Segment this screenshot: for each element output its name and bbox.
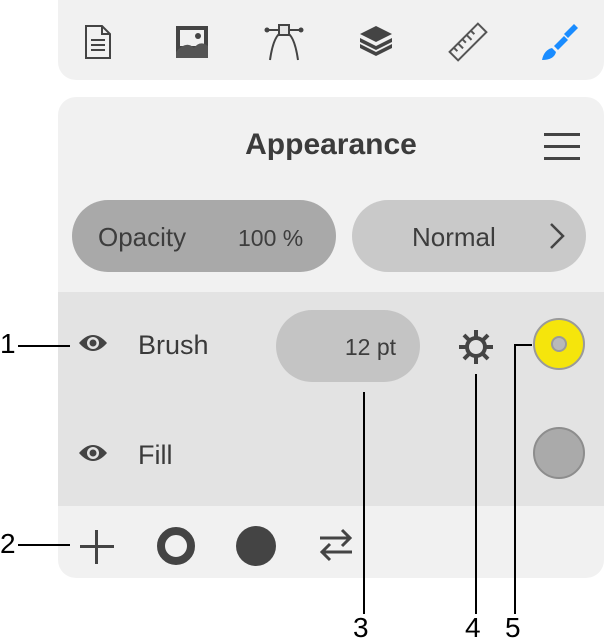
- brush-size-field[interactable]: 12 pt: [276, 310, 420, 382]
- panel-title: Appearance: [245, 128, 417, 161]
- filled-circle-icon[interactable]: [234, 524, 278, 573]
- brush-size-value: 12 pt: [344, 334, 396, 360]
- opacity-control[interactable]: Opacity 100 %: [72, 200, 336, 272]
- chevron-right-icon: [548, 222, 566, 255]
- brush-color-swatch[interactable]: [533, 318, 585, 370]
- ruler-icon[interactable]: [448, 22, 488, 62]
- fill-visibility-eye-icon[interactable]: [78, 442, 108, 469]
- swap-icon[interactable]: [316, 527, 356, 568]
- callout-1: 1: [0, 328, 16, 359]
- brush-color-inner: [551, 336, 567, 352]
- menu-icon[interactable]: [542, 130, 582, 164]
- fill-label: Fill: [138, 440, 173, 470]
- stroke-circle-icon[interactable]: [156, 526, 196, 571]
- settings-gear-icon[interactable]: [458, 329, 494, 370]
- bezier-path-icon[interactable]: [264, 22, 304, 62]
- callout-1-line: [18, 345, 70, 347]
- brush-label: Brush: [138, 330, 209, 360]
- callout-5-line-horizontal: [514, 344, 532, 346]
- callout-4-line: [475, 374, 477, 614]
- fill-color-swatch[interactable]: [533, 427, 585, 479]
- callout-3-line: [363, 392, 365, 614]
- opacity-value: 100 %: [238, 225, 304, 251]
- layers-icon[interactable]: [356, 22, 396, 62]
- brush-icon[interactable]: [540, 22, 580, 62]
- toolbar: [58, 0, 604, 80]
- opacity-label: Opacity: [98, 222, 187, 252]
- brush-visibility-eye-icon[interactable]: [78, 332, 108, 359]
- blend-mode-value: Normal: [412, 222, 496, 252]
- add-icon[interactable]: [78, 528, 116, 571]
- image-icon[interactable]: [172, 22, 212, 62]
- callout-5-line-vertical: [514, 344, 516, 614]
- callout-2: 2: [0, 528, 16, 559]
- callout-3: 3: [353, 612, 369, 643]
- callout-5: 5: [505, 612, 521, 643]
- document-icon[interactable]: [78, 22, 118, 62]
- callout-4: 4: [465, 612, 481, 643]
- callout-2-line: [18, 544, 70, 546]
- blend-mode-select[interactable]: Normal: [352, 200, 586, 272]
